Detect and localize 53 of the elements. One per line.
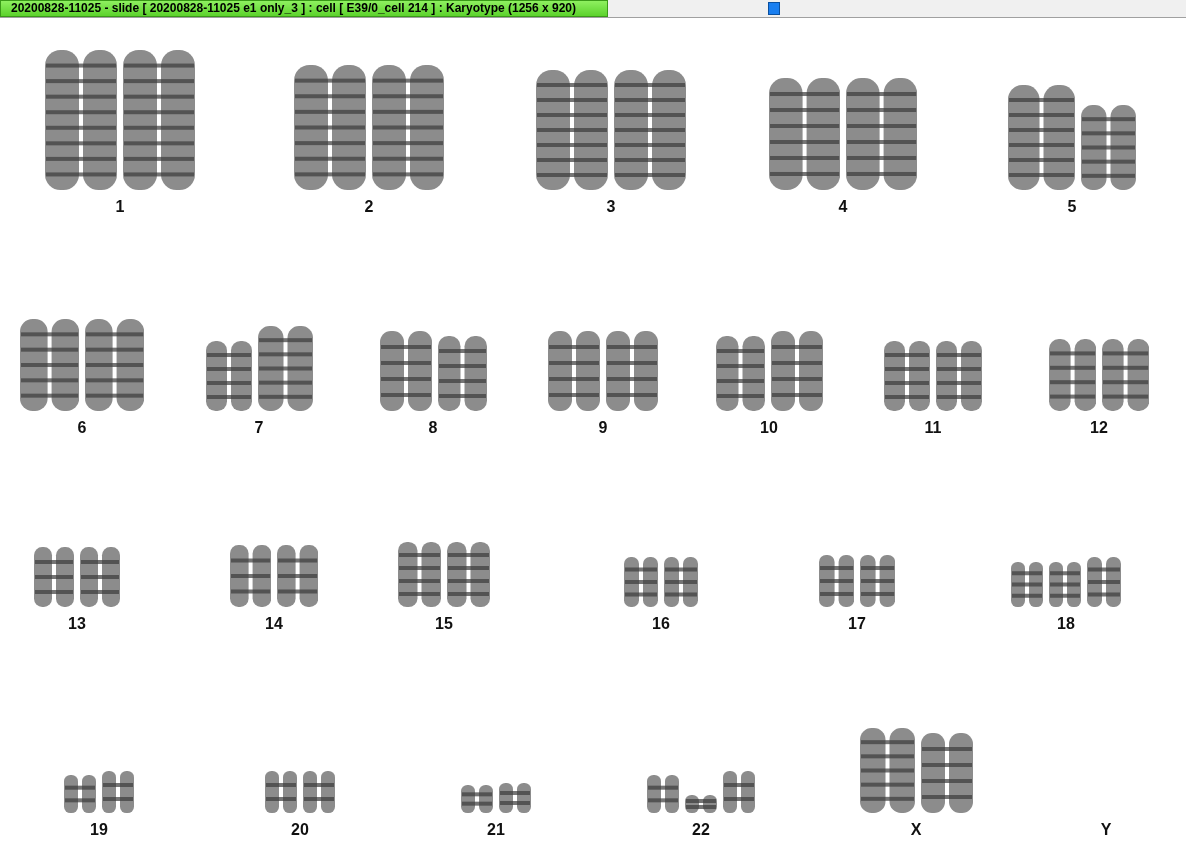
chromosome-drawing <box>303 771 335 813</box>
chromosome-label: 10 <box>760 419 778 437</box>
chromosome-label: 22 <box>692 821 710 839</box>
chromosome-label: 3 <box>606 198 616 216</box>
chromosome-drawing <box>860 555 896 607</box>
chromosome-drawing <box>1011 562 1043 607</box>
chromosome-drawing <box>685 795 717 813</box>
chromosome-drawing <box>1048 339 1096 411</box>
chromosome-label: 11 <box>924 419 942 437</box>
chromosome-drawing <box>447 542 490 607</box>
chromosome-label: 14 <box>265 615 283 633</box>
chromosome-drawing <box>936 341 982 411</box>
chromosome-label: 21 <box>487 821 505 839</box>
chromosome-drawing <box>884 341 930 411</box>
chromosome-label: 17 <box>848 615 866 633</box>
chromosome-label: 7 <box>254 419 264 437</box>
chromosome-drawing <box>664 557 698 607</box>
chromosome-drawing <box>205 341 252 411</box>
chromosome-label: 8 <box>428 419 438 437</box>
chromosome-label: 4 <box>838 198 848 216</box>
window-title: 20200828-11025 - slide [ 20200828-11025 e1 only_3 ] : cell [ E39/0_cell 214 ] : Karyotype (1256 x 920) <box>0 0 608 17</box>
chromosome-label: 6 <box>77 419 87 437</box>
chromosome-label: 18 <box>1057 615 1075 633</box>
chromosome-label: 2 <box>364 198 374 216</box>
chromosome-label: 12 <box>1090 419 1108 437</box>
chromosome-label: Y <box>1100 821 1112 839</box>
chromosome-drawing <box>229 545 271 607</box>
chromosome-label: 9 <box>598 419 608 437</box>
chromosome-label: X <box>910 821 922 839</box>
chromosome-drawing <box>1087 557 1121 607</box>
chromosome-label: 1 <box>115 198 125 216</box>
chromosome-drawing <box>818 555 854 607</box>
chromosome-drawing <box>102 771 134 813</box>
chromosome-drawing <box>34 547 74 607</box>
scroll-handle[interactable] <box>768 2 780 15</box>
chromosome-drawing <box>723 771 755 813</box>
chromosome-drawing <box>647 775 679 813</box>
chromosome-drawing <box>265 771 297 813</box>
chromosome-label: 15 <box>435 615 453 633</box>
chromosome-drawing <box>80 547 120 607</box>
chromosome-label: 19 <box>90 821 108 839</box>
chromosome-label: 13 <box>68 615 86 633</box>
chromosome-label: 5 <box>1067 198 1077 216</box>
chromosome-drawing <box>1102 339 1150 411</box>
chromosome-drawing <box>461 785 493 813</box>
chromosome-drawing <box>277 545 319 607</box>
chromosome-label: 16 <box>652 615 670 633</box>
chromosome-drawing <box>64 775 96 813</box>
chromosome-drawing <box>499 783 531 813</box>
chromosome-drawing <box>1049 562 1081 607</box>
chromosome-label: 20 <box>291 821 309 839</box>
chromosome-drawing <box>398 542 441 607</box>
chromosome-drawing <box>624 557 658 607</box>
